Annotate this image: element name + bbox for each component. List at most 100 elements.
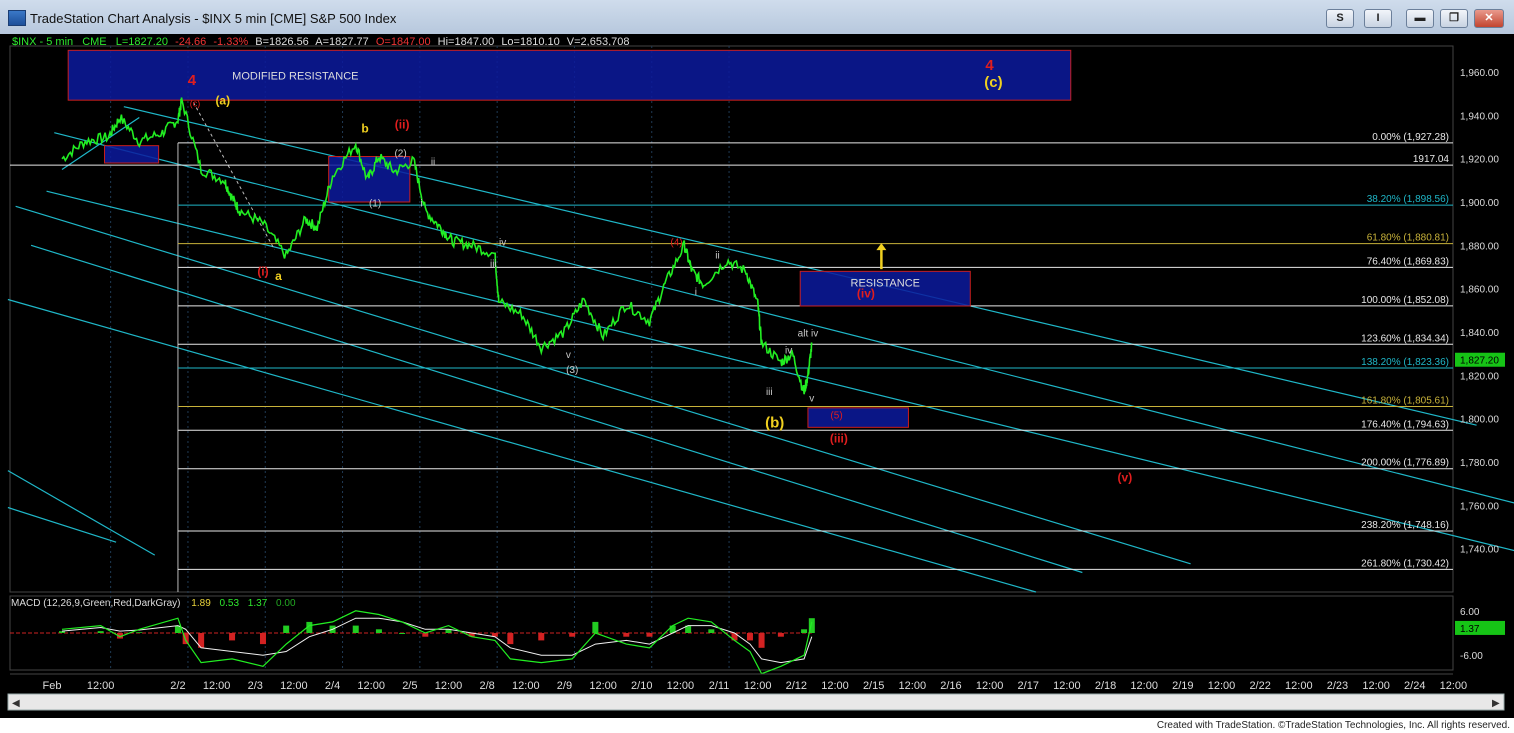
macd-hist-bar-9: [283, 625, 290, 633]
time-tick-9: 12:00: [435, 680, 463, 692]
fib-label-0: 0.00% (1,927.28): [1372, 132, 1449, 143]
maximize-button[interactable]: ❐: [1440, 9, 1468, 28]
fib-label-2: 38.20% (1,898.56): [1367, 194, 1449, 205]
time-tick-28: 2/19: [1172, 680, 1193, 692]
symbol-link-button[interactable]: S: [1326, 9, 1354, 28]
wave-label-27: (c): [984, 74, 1002, 91]
wave-label-5: (2): [394, 149, 406, 160]
zone-box-3: [328, 156, 411, 203]
macd-hist-bar-21: [569, 633, 576, 637]
wave-label-6: ii: [431, 157, 435, 168]
wave-label-26: 4: [985, 57, 994, 74]
scroll-right-icon[interactable]: ▶: [1492, 698, 1500, 709]
fib-label-3: 61.80% (1,880.81): [1367, 233, 1449, 244]
time-tick-33: 12:00: [1362, 680, 1390, 692]
time-tick-11: 12:00: [512, 680, 540, 692]
macd-hist-bar-27: [708, 629, 715, 633]
wave-label-20: iii: [766, 387, 773, 398]
macd-hist-bar-23: [623, 633, 630, 637]
price-tick-7: 1,820.00: [1460, 371, 1499, 382]
minimize-button[interactable]: ▬: [1406, 9, 1434, 28]
price-tick-6: 1,840.00: [1460, 328, 1499, 339]
footer-credit: Created with TradeStation. ©TradeStation…: [1156, 720, 1510, 731]
macd-hist-bar-7: [229, 633, 236, 641]
macd-label: MACD (12,26,9,Green,Red,DarkGray) 1.89 0…: [11, 598, 296, 609]
macd-hist-bar-3: [136, 632, 143, 633]
time-tick-21: 12:00: [899, 680, 927, 692]
fib-label-4: 76.40% (1,869.83): [1367, 256, 1449, 267]
wave-label-2: (a): [215, 94, 230, 108]
macd-tick-1: -6.00: [1460, 651, 1483, 662]
horizontal-scrollbar[interactable]: ◀ ▶: [7, 693, 1505, 711]
chart-area[interactable]: $INX - 5 min CME L=1827.20 -24.66 -1.33%…: [0, 34, 1514, 718]
macd-hist-bar-12: [352, 625, 359, 633]
time-tick-8: 2/5: [402, 680, 417, 692]
wave-label-17: (3): [566, 365, 578, 376]
macd-hist-bar-29: [746, 633, 753, 641]
time-tick-6: 2/4: [325, 680, 340, 692]
wave-label-16: v: [566, 350, 571, 361]
wave-label-0: 4: [188, 72, 197, 89]
macd-hist-bar-31: [777, 633, 784, 637]
macd-last-tag: 1.37: [1460, 624, 1480, 635]
macd-tick-0: 6.00: [1460, 607, 1480, 618]
time-tick-25: 12:00: [1053, 680, 1081, 692]
wave-label-10: iii: [490, 259, 497, 270]
fib-label-8: 161.80% (1,805.61): [1361, 396, 1449, 407]
time-tick-24: 2/17: [1018, 680, 1039, 692]
time-tick-5: 12:00: [280, 680, 308, 692]
wave-label-19: iv: [785, 346, 792, 357]
macd-hist-bar-0: [59, 631, 65, 633]
time-tick-22: 2/16: [940, 680, 961, 692]
time-tick-2: 2/2: [170, 680, 185, 692]
macd-hist-bar-22: [592, 621, 599, 633]
wave-label-12: a: [275, 269, 282, 283]
price-tick-1: 1,940.00: [1460, 111, 1499, 122]
time-tick-29: 12:00: [1208, 680, 1236, 692]
macd-hist-bar-30: [758, 633, 765, 648]
time-tick-27: 12:00: [1130, 680, 1158, 692]
macd-hist-bar-19: [507, 633, 514, 645]
macd-hist-bar-24: [646, 633, 653, 637]
zone-box-4: [807, 407, 909, 428]
price-tick-9: 1,780.00: [1460, 458, 1499, 469]
fib-label-10: 200.00% (1,776.89): [1361, 458, 1449, 469]
wave-label-4: (ii): [395, 117, 410, 131]
fib-label-9: 176.40% (1,794.63): [1361, 419, 1449, 430]
time-tick-19: 12:00: [821, 680, 849, 692]
time-tick-34: 2/24: [1404, 680, 1425, 692]
wave-label-13: (4): [670, 237, 682, 248]
fib-label-11: 238.20% (1,748.16): [1361, 520, 1449, 531]
scrollbar-track[interactable]: [7, 693, 1505, 711]
macd-hist-bar-14: [399, 633, 406, 634]
fib-label-12: 261.80% (1,730.42): [1361, 558, 1449, 569]
macd-hist-bar-13: [375, 629, 382, 633]
price-tick-5: 1,860.00: [1460, 285, 1499, 296]
fib-label-6: 123.60% (1,834.34): [1361, 333, 1449, 344]
time-tick-32: 2/23: [1327, 680, 1348, 692]
window-titlebar: TradeStation Chart Analysis - $INX 5 min…: [0, 0, 1514, 35]
wave-label-25: (iv): [857, 286, 875, 300]
wave-label-3: b: [361, 122, 368, 136]
time-tick-23: 12:00: [976, 680, 1004, 692]
time-tick-4: 2/3: [248, 680, 263, 692]
wave-label-14: ii: [715, 250, 719, 261]
price-tick-2: 1,920.00: [1460, 155, 1499, 166]
macd-hist-bar-1: [97, 631, 104, 633]
time-tick-12: 2/9: [557, 680, 572, 692]
chart-background: [0, 34, 1514, 718]
price-tick-11: 1,740.00: [1460, 545, 1499, 556]
macd-hist-bar-32: [801, 629, 808, 633]
time-tick-14: 2/10: [631, 680, 652, 692]
fib-label-7: 138.20% (1,823.36): [1361, 357, 1449, 368]
time-tick-3: 12:00: [203, 680, 231, 692]
macd-hist-bar-8: [259, 633, 266, 645]
price-tick-0: 1,960.00: [1460, 68, 1499, 79]
footer: Created with TradeStation. ©TradeStation…: [0, 718, 1514, 733]
info-button[interactable]: I: [1364, 9, 1392, 28]
time-tick-15: 12:00: [667, 680, 695, 692]
close-button[interactable]: ✕: [1474, 9, 1504, 28]
scroll-left-icon[interactable]: ◀: [12, 698, 20, 709]
zone-box-2: [104, 145, 160, 164]
price-tick-10: 1,760.00: [1460, 501, 1499, 512]
